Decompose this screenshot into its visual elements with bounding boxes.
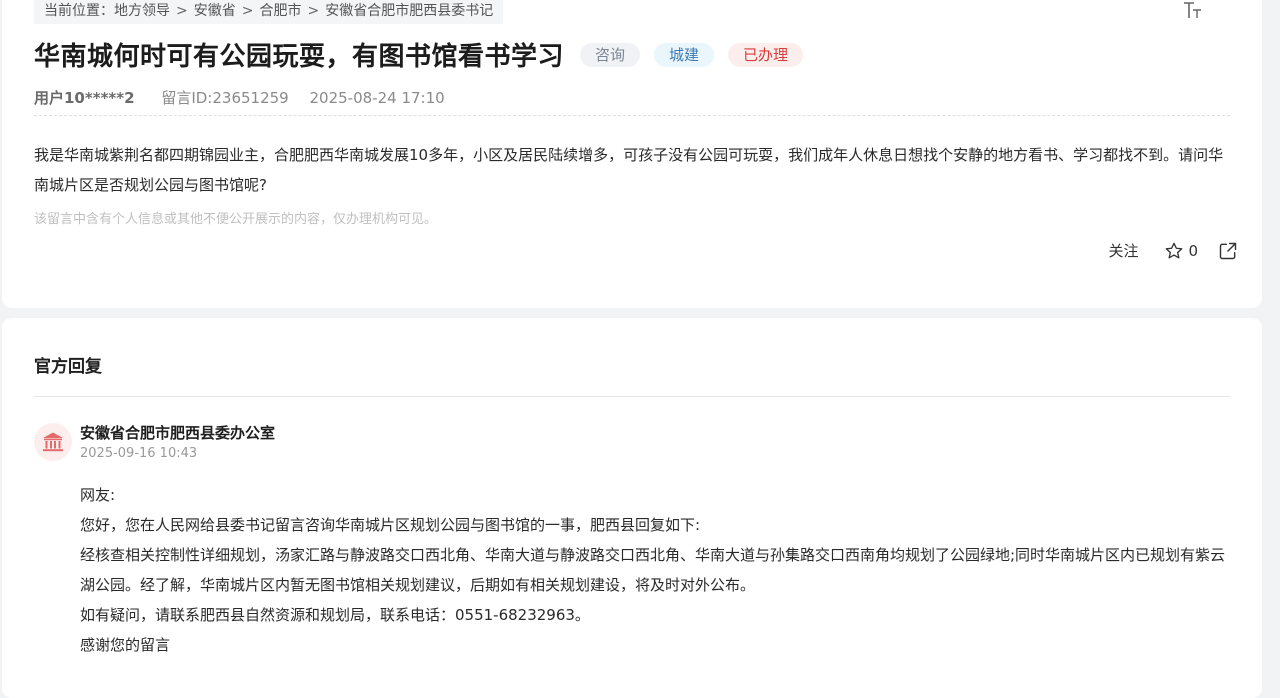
tag-field[interactable]: 城建 <box>654 42 715 67</box>
star-icon <box>1166 242 1183 258</box>
message-content: 我是华南城紫荆名都四期锦园业主，合肥肥西华南城发展10多年，小区及居民陆续增多，… <box>34 146 1224 194</box>
breadcrumb-item-local-leaders[interactable]: 地方领导 <box>114 3 170 19</box>
reply-line: 经核查相关控制性详细规划，汤家汇路与静波路交口西北角、华南大道与静波路交口西北角… <box>80 546 1226 594</box>
status-badge: 已办理 <box>728 42 804 67</box>
government-building-icon <box>43 432 63 452</box>
divider <box>34 115 1230 116</box>
reply-time: 2025-09-16 10:43 <box>80 446 198 461</box>
reply-body: 网友: 您好，您在人民网给县委书记留言咨询华南城片区规划公园与图书馆的一事，肥西… <box>80 480 1232 660</box>
favorite-button[interactable]: 0 <box>1164 241 1198 261</box>
reply-line: 如有疑问，请联系肥西县自然资源和规划局，联系电话：0551-68232963。 <box>80 606 590 624</box>
privacy-notice: 该留言中含有个人信息或其他不便公开展示的内容，仅办理机构可见。 <box>34 212 438 227</box>
breadcrumb-prefix: 当前位置： <box>44 3 114 19</box>
message-meta: 用户10*****2 留言ID:23651259 2025-08-24 17:1… <box>34 87 445 108</box>
breadcrumb: 当前位置：地方领导 > 安徽省 > 合肥市 > 安徽省合肥市肥西县委书记 <box>34 0 504 24</box>
avatar <box>34 423 72 461</box>
message-id: 留言ID:23651259 <box>161 89 289 107</box>
breadcrumb-separator: > <box>176 3 188 19</box>
divider <box>34 396 1230 397</box>
message-time: 2025-08-24 17:10 <box>309 89 445 107</box>
reply-line: 您好，您在人民网给县委书记留言咨询华南城片区规划公园与图书馆的一事，肥西县回复如… <box>80 516 701 534</box>
title-row: 华南城何时可有公园玩耍，有图书馆看书学习 咨询 城建 已办理 <box>34 36 804 73</box>
breadcrumb-item-province[interactable]: 安徽省 <box>194 3 236 19</box>
share-button[interactable] <box>1218 241 1238 261</box>
follow-button[interactable]: 关注 <box>1108 240 1138 261</box>
reply-header: 官方回复 <box>34 357 102 377</box>
page-title: 华南城何时可有公园玩耍，有图书馆看书学习 <box>34 42 565 72</box>
share-icon <box>1219 242 1237 259</box>
breadcrumb-item-leader[interactable]: 安徽省合肥市肥西县委书记 <box>325 3 493 19</box>
font-size-icon[interactable] <box>1182 0 1204 22</box>
reply-line: 感谢您的留言 <box>80 636 171 654</box>
message-actions: 关注 0 <box>1108 240 1238 261</box>
breadcrumb-separator: > <box>307 3 320 19</box>
reply-line: 网友: <box>80 486 116 504</box>
reply-org-name: 安徽省合肥市肥西县委办公室 <box>80 424 276 442</box>
user-name: 用户10*****2 <box>34 89 135 107</box>
favorite-count: 0 <box>1188 241 1198 260</box>
tag-category[interactable]: 咨询 <box>580 42 641 67</box>
breadcrumb-separator: > <box>241 3 254 19</box>
breadcrumb-item-city[interactable]: 合肥市 <box>259 3 301 19</box>
